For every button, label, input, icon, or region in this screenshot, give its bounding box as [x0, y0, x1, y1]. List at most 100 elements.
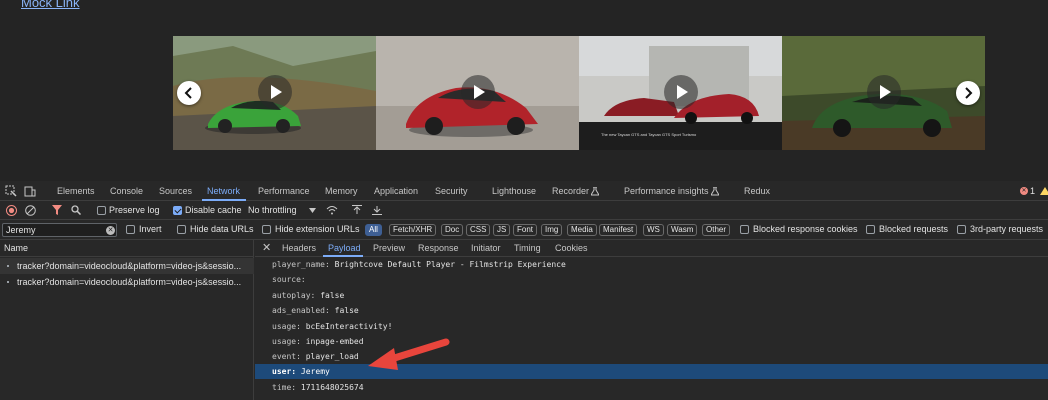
tab-security[interactable]: Security — [435, 186, 468, 196]
request-row[interactable]: tracker?domain=videocloud&platform=video… — [0, 274, 254, 290]
request-status-icon — [7, 281, 9, 283]
error-count-badge[interactable]: ✕ 1 — [1020, 186, 1035, 196]
filter-icon[interactable] — [52, 205, 62, 215]
error-count: 1 — [1030, 186, 1036, 196]
payload-key: usage: — [272, 322, 301, 331]
tab-recorder[interactable]: Recorder — [552, 186, 589, 196]
type-filter-doc[interactable]: Doc — [441, 224, 464, 236]
chevron-down-icon[interactable] — [309, 208, 316, 213]
carousel-slide-1[interactable] — [173, 36, 376, 150]
payload-key: user: — [272, 367, 297, 376]
chevron-right-icon — [965, 87, 973, 99]
payload-key: source: — [272, 275, 306, 284]
tab-memory[interactable]: Memory — [325, 186, 358, 196]
mock-link[interactable]: Mock Link — [21, 0, 80, 10]
disable-cache-checkbox[interactable] — [173, 206, 182, 215]
type-filter-wasm[interactable]: Wasm — [667, 224, 698, 236]
network-toolbar: Preserve log Disable cache No throttling — [0, 201, 1048, 220]
type-filter-img[interactable]: Img — [541, 224, 563, 236]
payload-row[interactable]: player_name: Brightcove Default Player -… — [255, 257, 1048, 272]
device-toolbar-icon[interactable] — [24, 185, 36, 197]
type-filter-all[interactable]: All — [365, 224, 382, 236]
tab-payload[interactable]: Payload — [328, 243, 361, 253]
type-filter-ws[interactable]: WS — [643, 224, 664, 236]
tab-performance-insights[interactable]: Performance insights — [624, 186, 709, 196]
flask-icon — [711, 187, 719, 196]
type-filter-manifest[interactable]: Manifest — [599, 224, 638, 236]
request-details: ✕ Headers Payload Preview Response Initi… — [255, 240, 1048, 400]
import-har-icon[interactable] — [352, 205, 362, 215]
payload-key: time: — [272, 383, 297, 392]
tab-redux[interactable]: Redux — [744, 186, 770, 196]
close-icon[interactable]: ✕ — [262, 241, 271, 254]
payload-key: autoplay: — [272, 291, 316, 300]
payload-value: inpage-embed — [305, 337, 364, 346]
tab-cookies[interactable]: Cookies — [555, 243, 588, 253]
tab-elements[interactable]: Elements — [57, 186, 95, 196]
play-icon[interactable] — [460, 75, 495, 109]
tab-network[interactable]: Network — [207, 186, 240, 196]
request-name: tracker?domain=videocloud&platform=video… — [17, 277, 242, 287]
payload-row[interactable]: autoplay: false — [255, 288, 1048, 303]
play-icon[interactable] — [257, 75, 292, 109]
tab-initiator[interactable]: Initiator — [471, 243, 501, 253]
request-name: tracker?domain=videocloud&platform=video… — [17, 261, 242, 271]
type-filter-fetch-xhr[interactable]: Fetch/XHR — [389, 224, 437, 236]
request-row[interactable]: tracker?domain=videocloud&platform=video… — [0, 258, 254, 274]
tab-headers[interactable]: Headers — [282, 243, 316, 253]
preserve-log-label: Preserve log — [109, 205, 160, 215]
payload-value: false — [334, 306, 359, 315]
type-filter-font[interactable]: Font — [513, 224, 538, 236]
network-conditions-icon[interactable] — [326, 205, 338, 215]
tab-sources[interactable]: Sources — [159, 186, 192, 196]
payload-value: false — [320, 291, 345, 300]
record-stop-icon[interactable] — [6, 205, 17, 216]
invert-checkbox[interactable] — [126, 225, 135, 234]
throttling-select[interactable]: No throttling — [248, 205, 297, 215]
search-icon[interactable] — [71, 205, 81, 215]
chevron-left-icon — [184, 87, 192, 99]
carousel-slide-3[interactable]: The new Taycan GTS and Taycan GTS Sport … — [579, 36, 782, 150]
play-icon[interactable] — [866, 75, 901, 109]
payload-row[interactable]: source: — [255, 272, 1048, 287]
payload-row[interactable]: time: 1711648025674 — [255, 380, 1048, 395]
name-column-header[interactable]: Name — [0, 240, 254, 257]
clear-icon[interactable] — [25, 205, 36, 216]
payload-row[interactable]: ads_enabled: false — [255, 303, 1048, 318]
third-party-checkbox[interactable] — [957, 225, 966, 234]
devtools-panel: Elements Console Sources Network Perform… — [0, 181, 1048, 400]
hide-data-urls-checkbox[interactable] — [177, 225, 186, 234]
tab-timing[interactable]: Timing — [514, 243, 541, 253]
carousel-slide-2[interactable] — [376, 36, 579, 150]
carousel-next-button[interactable] — [956, 81, 980, 105]
type-filter-other[interactable]: Other — [702, 224, 731, 236]
payload-key: usage: — [272, 337, 301, 346]
payload-value: Jeremy — [300, 367, 330, 376]
clear-filter-icon[interactable]: ✕ — [106, 226, 115, 235]
export-har-icon[interactable] — [372, 205, 382, 215]
tab-performance[interactable]: Performance — [258, 186, 310, 196]
tab-lighthouse[interactable]: Lighthouse — [492, 186, 536, 196]
hide-extension-urls-label: Hide extension URLs — [275, 224, 360, 234]
preserve-log-checkbox[interactable] — [97, 206, 106, 215]
filter-input[interactable]: Jeremy — [2, 223, 117, 237]
blocked-requests-checkbox[interactable] — [866, 225, 875, 234]
tab-preview[interactable]: Preview — [373, 243, 405, 253]
inspect-element-icon[interactable] — [5, 185, 17, 197]
annotation-arrow-icon — [368, 338, 450, 370]
warning-icon[interactable] — [1040, 187, 1048, 195]
tab-application[interactable]: Application — [374, 186, 418, 196]
tab-console[interactable]: Console — [110, 186, 143, 196]
tab-response[interactable]: Response — [418, 243, 459, 253]
type-filter-media[interactable]: Media — [567, 224, 597, 236]
type-filter-css[interactable]: CSS — [466, 224, 491, 236]
disable-cache-label: Disable cache — [185, 205, 242, 215]
carousel-slide-4[interactable] — [782, 36, 985, 150]
carousel-prev-button[interactable] — [177, 81, 201, 105]
blocked-response-cookies-label: Blocked response cookies — [753, 224, 858, 234]
hide-extension-urls-checkbox[interactable] — [262, 225, 271, 234]
play-icon[interactable] — [663, 75, 698, 109]
blocked-response-cookies-checkbox[interactable] — [740, 225, 749, 234]
type-filter-js[interactable]: JS — [493, 224, 511, 236]
video-carousel: The new Taycan GTS and Taycan GTS Sport … — [173, 36, 985, 150]
